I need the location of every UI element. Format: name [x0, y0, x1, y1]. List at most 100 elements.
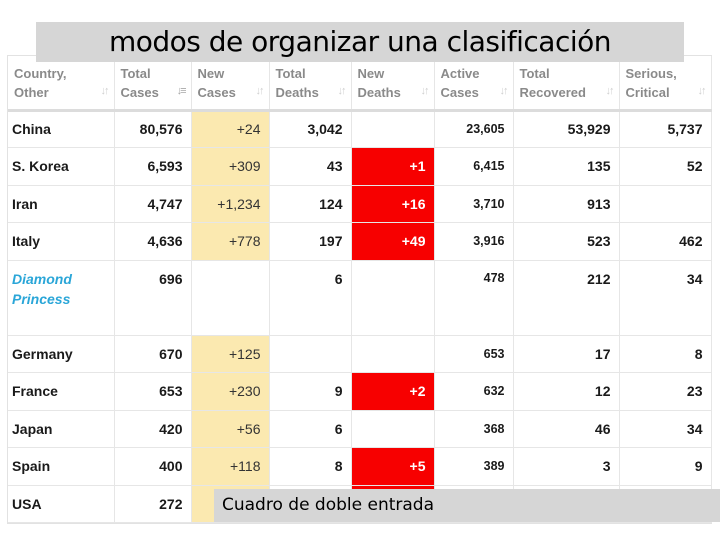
cell-new-cases: +24 — [191, 110, 270, 148]
header-label: Country, Other — [14, 66, 67, 100]
header-new-cases[interactable]: New Cases ↓↑ — [191, 56, 270, 112]
cell-active-cases: 3,710 — [434, 185, 514, 223]
cell-new-cases: +778 — [191, 222, 270, 261]
cell-total-cases: 670 — [114, 335, 192, 373]
cell-new-cases — [191, 260, 270, 336]
cell-active-cases: 6,415 — [434, 147, 514, 186]
cell-country: Japan — [8, 410, 115, 448]
cell-total-deaths: 6 — [269, 260, 352, 336]
cell-serious-critical — [619, 185, 712, 223]
cell-country: China — [8, 110, 115, 148]
cell-total-cases: 4,747 — [114, 185, 192, 223]
cell-new-cases: +56 — [191, 410, 270, 448]
header-label: Serious, Critical — [625, 66, 677, 100]
sort-icon[interactable]: ↓↑ — [698, 82, 707, 101]
table-row: Iran 4,747 +1,234 124 +16 3,710 913 — [8, 185, 712, 223]
cell-total-deaths: 3,042 — [269, 110, 352, 148]
header-label: Total Deaths — [275, 66, 319, 100]
cell-total-deaths: 6 — [269, 410, 352, 448]
cell-total-cases: 80,576 — [114, 110, 192, 148]
cell-active-cases: 632 — [434, 372, 514, 411]
cell-active-cases: 23,605 — [434, 110, 514, 148]
cell-total-cases: 653 — [114, 372, 192, 411]
cell-serious-critical: 9 — [619, 447, 712, 486]
sort-icon[interactable]: ↓↑ — [500, 82, 509, 101]
cell-new-cases: +309 — [191, 147, 270, 186]
table-row: Italy 4,636 +778 197 +49 3,916 523 462 — [8, 222, 712, 261]
cell-country: Italy — [8, 222, 115, 261]
cell-serious-critical: 23 — [619, 372, 712, 411]
cell-total-cases: 400 — [114, 447, 192, 486]
cell-total-deaths: 9 — [269, 372, 352, 411]
cell-total-deaths: 124 — [269, 185, 352, 223]
header-label: New Cases — [197, 66, 236, 100]
cell-active-cases: 3,916 — [434, 222, 514, 261]
cell-serious-critical: 34 — [619, 260, 712, 336]
table-row: Spain 400 +118 8 +5 389 3 9 — [8, 447, 712, 486]
cell-new-deaths: +16 — [351, 185, 435, 223]
cell-new-deaths: +2 — [351, 372, 435, 411]
cell-serious-critical: 462 — [619, 222, 712, 261]
cell-total-recovered: 46 — [513, 410, 620, 448]
table-row: Japan 420 +56 6 368 46 34 — [8, 410, 712, 448]
cell-total-recovered: 913 — [513, 185, 620, 223]
cell-active-cases: 653 — [434, 335, 514, 373]
header-active-cases[interactable]: Active Cases ↓↑ — [434, 56, 514, 112]
table-row: China 80,576 +24 3,042 23,605 53,929 5,737 — [8, 110, 712, 148]
cell-total-recovered: 212 — [513, 260, 620, 336]
cell-total-recovered: 135 — [513, 147, 620, 186]
table-row: Germany 670 +125 653 17 8 — [8, 335, 712, 373]
cell-country: Spain — [8, 447, 115, 486]
cell-total-recovered: 523 — [513, 222, 620, 261]
header-new-deaths[interactable]: New Deaths ↓↑ — [351, 56, 435, 112]
cell-total-cases: 420 — [114, 410, 192, 448]
header-total-cases[interactable]: Total Cases ↓≡ — [114, 56, 192, 112]
cell-new-deaths: +1 — [351, 147, 435, 186]
cell-serious-critical: 5,737 — [619, 110, 712, 148]
sort-icon[interactable]: ↓↑ — [101, 82, 110, 101]
cell-active-cases: 389 — [434, 447, 514, 486]
sort-icon[interactable]: ↓↑ — [338, 82, 347, 101]
sort-desc-icon[interactable]: ↓≡ — [177, 82, 187, 101]
header-total-deaths[interactable]: Total Deaths ↓↑ — [269, 56, 352, 112]
cell-serious-critical: 52 — [619, 147, 712, 186]
cell-new-cases: +118 — [191, 447, 270, 486]
cell-total-recovered: 12 — [513, 372, 620, 411]
cell-total-deaths: 8 — [269, 447, 352, 486]
header-label: New Deaths — [357, 66, 401, 100]
table-row: Diamond Princess 696 6 478 212 34 — [8, 260, 712, 336]
cell-country[interactable]: Diamond Princess — [8, 260, 115, 336]
table-row: S. Korea 6,593 +309 43 +1 6,415 135 52 — [8, 147, 712, 186]
cell-total-deaths — [269, 335, 352, 373]
sort-icon[interactable]: ↓↑ — [421, 82, 430, 101]
header-country[interactable]: Country, Other ↓↑ — [8, 56, 115, 112]
header-total-recovered[interactable]: Total Recovered ↓↑ — [513, 56, 620, 112]
sort-icon[interactable]: ↓↑ — [606, 82, 615, 101]
covid-stats-table: Country, Other ↓↑ Total Cases ↓≡ New Cases… — [8, 56, 712, 523]
cell-new-cases: +1,234 — [191, 185, 270, 223]
cell-total-cases: 696 — [114, 260, 192, 336]
cell-serious-critical: 34 — [619, 410, 712, 448]
cell-new-deaths — [351, 410, 435, 448]
cell-new-cases: +125 — [191, 335, 270, 373]
table-row: France 653 +230 9 +2 632 12 23 — [8, 372, 712, 411]
header-row: Country, Other ↓↑ Total Cases ↓≡ New Cases… — [8, 56, 712, 112]
cell-serious-critical: 8 — [619, 335, 712, 373]
cell-total-cases: 6,593 — [114, 147, 192, 186]
cell-new-deaths — [351, 335, 435, 373]
cell-active-cases: 368 — [434, 410, 514, 448]
cell-total-deaths: 43 — [269, 147, 352, 186]
cell-total-cases: 4,636 — [114, 222, 192, 261]
cell-new-cases: +230 — [191, 372, 270, 411]
cell-total-cases: 272 — [114, 485, 192, 523]
header-label: Active Cases — [440, 66, 480, 100]
cell-country: USA — [8, 485, 115, 523]
cell-country: France — [8, 372, 115, 411]
cell-new-deaths — [351, 260, 435, 336]
cell-new-deaths — [351, 110, 435, 148]
cell-total-deaths: 197 — [269, 222, 352, 261]
cell-total-recovered: 17 — [513, 335, 620, 373]
header-serious-critical[interactable]: Serious, Critical ↓↑ — [619, 56, 712, 112]
cell-country: S. Korea — [8, 147, 115, 186]
sort-icon[interactable]: ↓↑ — [256, 82, 265, 101]
